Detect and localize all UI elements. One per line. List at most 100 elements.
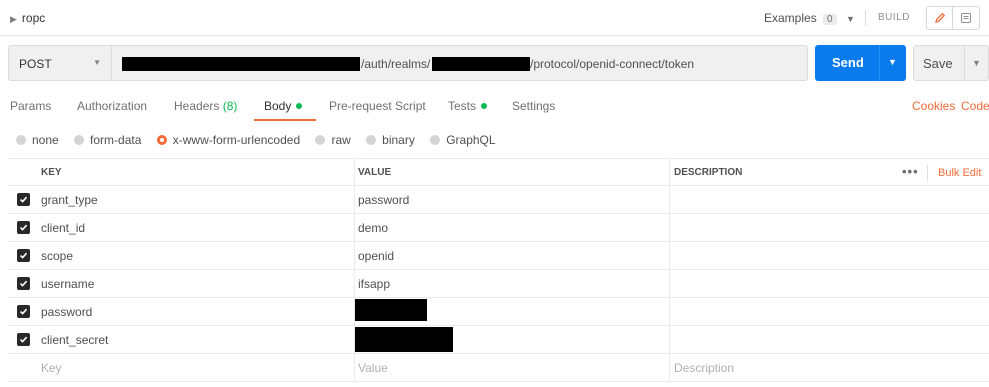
- divider: [964, 46, 965, 80]
- tab-authorization[interactable]: Authorization: [77, 99, 147, 113]
- bulk-edit-link[interactable]: Bulk Edit: [938, 167, 981, 179]
- radio-circle-icon: [74, 135, 85, 145]
- divider: [865, 10, 866, 26]
- http-method-value: POST: [19, 57, 52, 71]
- tab-params[interactable]: Params: [10, 99, 51, 113]
- new-description-input[interactable]: Description: [670, 354, 989, 381]
- new-value-input[interactable]: Value: [355, 354, 670, 381]
- radio-label: raw: [331, 133, 351, 147]
- collection-name: ropc: [21, 11, 46, 25]
- url-input[interactable]: /auth/realms/ /protocol/openid-connect/t…: [112, 45, 808, 81]
- param-description[interactable]: [670, 214, 989, 241]
- divider: [927, 165, 928, 181]
- radio-circle-icon: [430, 135, 441, 145]
- redacted-value: [355, 327, 453, 352]
- tab-pre-request-script[interactable]: Pre-request Script: [329, 99, 426, 113]
- tab-body-label: Body: [264, 99, 292, 113]
- headers-count-badge: (8): [222, 99, 238, 113]
- param-value[interactable]: ifsapp: [355, 270, 670, 297]
- row-checkbox[interactable]: [16, 277, 30, 290]
- row-checkbox[interactable]: [16, 305, 30, 318]
- radio-form-data[interactable]: form-data: [74, 133, 141, 147]
- chevron-down-icon: ▼: [93, 58, 101, 67]
- url-path-token: /protocol/openid-connect/token: [530, 57, 695, 71]
- radio-label: binary: [382, 133, 415, 147]
- checkmark-icon: [19, 308, 27, 315]
- param-key[interactable]: grant_type: [38, 186, 355, 213]
- param-description[interactable]: [670, 186, 989, 213]
- param-description[interactable]: [670, 242, 989, 269]
- row-checkbox[interactable]: [16, 221, 30, 234]
- checkmark-icon: [19, 224, 27, 231]
- param-description[interactable]: [670, 326, 989, 353]
- code-link[interactable]: Code: [961, 99, 989, 113]
- send-button[interactable]: Send ▼: [815, 45, 906, 81]
- examples-count-badge: 0: [823, 14, 837, 25]
- param-key[interactable]: scope: [38, 242, 355, 269]
- examples-label: Examples: [764, 11, 817, 25]
- checkmark-icon: [19, 196, 27, 203]
- divider: [879, 45, 880, 81]
- tab-body[interactable]: Body: [264, 99, 303, 113]
- http-method-select[interactable]: POST ▼: [8, 45, 112, 81]
- build-mode-label[interactable]: BUILD: [878, 12, 910, 23]
- documentation-mode-button[interactable]: [953, 6, 980, 30]
- param-value[interactable]: [355, 298, 670, 325]
- param-value[interactable]: demo: [355, 214, 670, 241]
- table-row: username ifsapp: [8, 270, 989, 298]
- radio-circle-icon: [16, 135, 26, 145]
- radio-label: GraphQL: [446, 133, 496, 147]
- urlencoded-params-table: KEY VALUE DESCRIPTION ••• Bulk Edit gran…: [8, 158, 989, 382]
- checkmark-icon: [19, 252, 27, 259]
- examples-dropdown[interactable]: Examples 0 ▼: [764, 11, 855, 25]
- active-tab-indicator: [254, 119, 316, 121]
- new-key-input[interactable]: Key: [38, 354, 355, 381]
- tab-settings[interactable]: Settings: [512, 99, 555, 113]
- save-button[interactable]: Save ▼: [913, 45, 989, 81]
- document-icon: [961, 13, 971, 23]
- radio-none[interactable]: none: [16, 133, 59, 147]
- column-header-key: KEY: [38, 159, 355, 185]
- radio-label: x-www-form-urlencoded: [172, 133, 301, 147]
- checkmark-icon: [19, 280, 27, 287]
- caret-right-icon: ▶: [10, 14, 17, 24]
- chevron-down-icon[interactable]: ▼: [972, 58, 981, 68]
- radio-selected-icon: [156, 135, 167, 145]
- status-dot-icon: [296, 103, 303, 109]
- more-options-icon[interactable]: •••: [902, 164, 919, 179]
- table-row: client_secret: [8, 326, 989, 354]
- column-header-value: VALUE: [355, 159, 670, 185]
- chevron-down-icon: ▼: [845, 14, 855, 24]
- edit-mode-button[interactable]: [926, 6, 953, 30]
- param-description[interactable]: [670, 298, 989, 325]
- cookies-link[interactable]: Cookies: [912, 99, 955, 113]
- chevron-down-icon[interactable]: ▼: [888, 57, 897, 67]
- row-checkbox[interactable]: [16, 193, 30, 206]
- radio-graphql[interactable]: GraphQL: [430, 133, 496, 147]
- tab-tests[interactable]: Tests: [448, 99, 488, 113]
- param-value[interactable]: [355, 326, 670, 353]
- radio-x-www-form-urlencoded[interactable]: x-www-form-urlencoded: [156, 133, 301, 147]
- row-checkbox[interactable]: [16, 333, 30, 346]
- status-dot-icon: [481, 103, 488, 109]
- tab-headers-label: Headers: [174, 99, 220, 113]
- param-value[interactable]: openid: [355, 242, 670, 269]
- param-key[interactable]: password: [38, 298, 355, 325]
- radio-raw[interactable]: raw: [315, 133, 351, 147]
- top-bar: ▶ ropc Examples 0 ▼ BUILD: [0, 0, 989, 36]
- radio-circle-icon: [315, 135, 326, 145]
- collection-breadcrumb[interactable]: ▶ ropc: [10, 11, 45, 25]
- param-value[interactable]: password: [355, 186, 670, 213]
- table-row: password: [8, 298, 989, 326]
- param-key[interactable]: client_id: [38, 214, 355, 241]
- radio-binary[interactable]: binary: [366, 133, 415, 147]
- checkmark-icon: [19, 336, 27, 343]
- tab-headers[interactable]: Headers (8): [174, 99, 237, 113]
- row-checkbox[interactable]: [16, 249, 30, 262]
- param-key[interactable]: username: [38, 270, 355, 297]
- url-path-realms: /auth/realms/: [361, 57, 431, 71]
- send-label: Send: [832, 55, 864, 70]
- radio-label: form-data: [90, 133, 142, 147]
- param-key[interactable]: client_secret: [38, 326, 355, 353]
- param-description[interactable]: [670, 270, 989, 297]
